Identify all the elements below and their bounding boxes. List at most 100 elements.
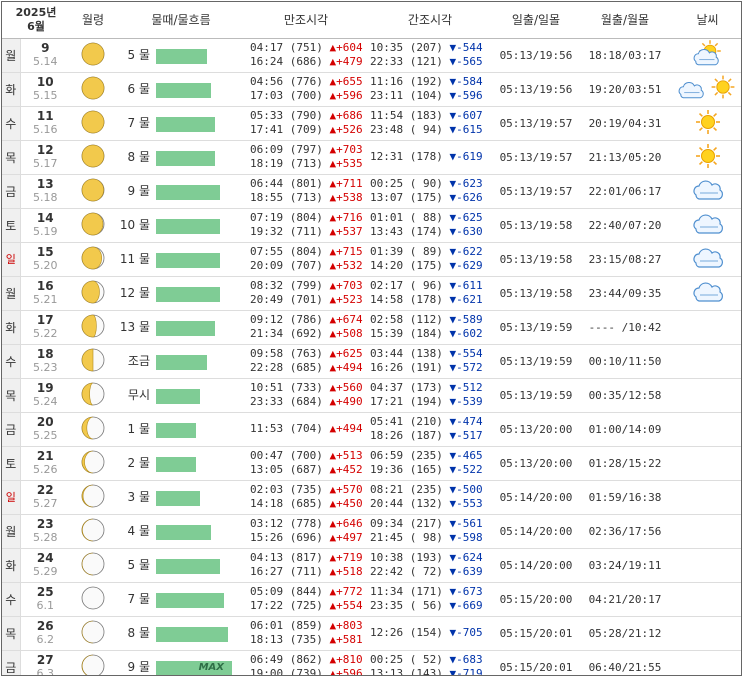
lunar-date: 6.3 [36,667,55,676]
low-tide-cell: 11:16 (192) ▼-584 23:11 (104) ▼-596 [366,72,494,107]
tide-time: 06:59 (235) [370,449,450,462]
tide-rise-value: ▲+494 [329,422,363,435]
tide-rise-value: ▲+450 [329,497,363,510]
tide-level-bar [156,252,220,268]
low-tide-cell: 12:31 (178) ▼-619 [366,140,494,175]
weather-cell [672,208,741,243]
tide-time: 18:26 (187) [370,429,450,442]
weather-cell [672,174,741,209]
tide-time: 04:37 (173) [370,381,450,394]
weekday-cell: 수 [2,344,21,379]
tide-time: 11:53 (704) [250,422,330,435]
tide-time: 07:55 (804) [250,245,330,258]
tide-rise-value: ▲+513 [329,449,363,462]
weekday-cell: 화 [2,72,21,107]
weather-cell [672,446,741,481]
high-tide-cell: 09:58 (763) ▲+625 22:28 (685) ▲+494 [246,344,366,379]
weather-cell [672,310,741,345]
weekday-cell: 토 [2,446,21,481]
tide-name: 조금 [127,354,150,369]
tide-fall-value: ▼-544 [449,41,483,54]
tide-level-bar [156,524,211,540]
lunar-date: 5.24 [33,395,58,408]
low-tide-cell: 11:54 (183) ▼-607 23:48 ( 94) ▼-615 [366,106,494,141]
low-tide-cell: 05:41 (210) ▼-474 18:26 (187) ▼-517 [366,412,494,447]
solar-day: 10 [36,75,54,89]
high-tide-cell: 07:55 (804) ▲+715 20:09 (707) ▲+532 [246,242,366,277]
tide-rise-value: ▲+703 [329,143,363,156]
high-tide-cell: 04:17 (751) ▲+604 16:24 (686) ▲+479 [246,38,366,73]
solar-day: 21 [36,449,54,463]
weather-cell [672,344,741,379]
tide-time: 09:12 (786) [250,313,330,326]
low-tide-cell: 11:34 (171) ▼-673 23:35 ( 56) ▼-669 [366,582,494,617]
cloudy-weather-icon [692,213,723,234]
cloudy-weather-icon [692,247,723,268]
header-moon-phase: 월령 [70,2,116,39]
tide-level-bar [156,354,207,370]
tide-level-bar [156,48,207,64]
table-row: 일 22 5.27 3 물 02:03 (735) ▲+570 14:18 (685) … [2,480,741,515]
moonrise-moonset-cell: 20:19/04:31 [578,106,672,141]
table-row: 토 21 5.26 2 물 00:47 (700) ▲+513 13:05 (687) … [2,446,741,481]
tide-time: 04:13 (817) [250,551,330,564]
tide-cell: 무시 [116,378,246,413]
tide-fall-value: ▼-622 [449,245,483,258]
high-tide-cell: 10:51 (733) ▲+560 23:33 (684) ▲+490 [246,378,366,413]
tide-fall-value: ▼-598 [449,531,483,544]
moonrise-moonset-cell: 00:10/11:50 [578,344,672,379]
tide-fall-value: ▼-669 [449,599,483,612]
tide-rise-value: ▲+490 [329,395,363,408]
weather-cell [672,378,741,413]
date-cell: 25 6.1 [20,582,70,617]
tide-time: 18:55 (713) [250,191,330,204]
tide-name: 무시 [127,388,150,403]
sunrise-sunset-cell: 05:14/20:00 [494,548,578,583]
tide-time: 17:41 (709) [250,123,330,136]
table-row: 목 26 6.2 8 물 06:01 (859) ▲+803 18:13 (735) ▲… [2,616,741,651]
low-tide-cell: 00:25 ( 90) ▼-623 13:07 (175) ▼-626 [366,174,494,209]
moon-phase-icon [81,76,105,99]
sunrise-sunset-cell: 05:13/19:59 [494,310,578,345]
table-row: 금 20 5.25 1 물 11:53 (704) ▲+494 05:41 (210) ▼… [2,412,741,447]
tide-table: 2025년 6월 월령 물때/물흐름 만조시각 간조시각 일출/일몰 월출/월몰 … [2,2,741,676]
tide-fall-value: ▼-561 [449,517,483,530]
tide-level-bar [156,456,196,472]
tide-time: 14:20 (175) [370,259,450,272]
tide-level-bar [156,218,220,234]
tide-time: 10:51 (733) [250,381,330,394]
sunrise-sunset-cell: 05:15/20:00 [494,582,578,617]
weather-cell [672,412,741,447]
tide-fall-value: ▼-629 [449,259,483,272]
tide-time: 03:12 (778) [250,517,330,530]
tide-time: 17:21 (194) [370,395,450,408]
tide-level-bar: MAX [156,660,232,675]
tide-time: 00:47 (700) [250,449,330,462]
tide-time: 09:34 (217) [370,517,450,530]
tide-cell: 조금 [116,344,246,379]
weather-cell [672,140,741,175]
tide-time: 13:07 (175) [370,191,450,204]
tide-time: 12:31 (178) [370,150,450,163]
sunrise-sunset-cell: 05:15/20:01 [494,616,578,651]
moon-phase-cell [70,378,116,413]
tide-name: 8 물 [127,150,151,165]
tide-time: 07:19 (804) [250,211,330,224]
low-tide-cell: 10:35 (207) ▼-544 22:33 (121) ▼-565 [366,38,494,73]
moon-phase-icon [81,144,105,167]
tide-time: 04:17 (751) [250,41,330,54]
moon-phase-icon [81,314,105,337]
tide-name: 10 물 [119,218,150,233]
solar-day: 17 [36,313,54,327]
moon-phase-cell [70,412,116,447]
moon-phase-icon [81,246,105,269]
moon-phase-icon [81,654,105,675]
tide-time: 01:39 ( 89) [370,245,450,258]
tide-time: 05:41 (210) [370,415,450,428]
sunrise-sunset-cell: 05:13/19:59 [494,378,578,413]
table-row: 화 24 5.29 5 물 04:13 (817) ▲+719 16:27 (711) … [2,548,741,583]
date-cell: 9 5.14 [20,38,70,73]
tide-rise-value: ▲+570 [329,483,363,496]
tide-cell: 12 물 [116,276,246,311]
tide-time: 15:26 (696) [250,531,330,544]
